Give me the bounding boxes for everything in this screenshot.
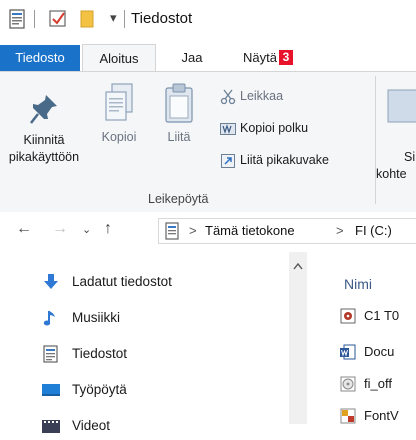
key-tip-badge: 3 [278,50,293,65]
truncated-button-icon [387,89,416,123]
scroll-up-icon[interactable] [293,262,303,270]
download-arrow-icon [44,274,58,289]
ribbon-tabs: Tiedosto Aloitus Jaa Näytä 3 [0,44,416,73]
address-segment-this-pc[interactable]: Tämä tietokone [205,223,295,238]
paste-button[interactable]: Liitä [154,82,204,146]
address-separator[interactable]: > [336,223,344,238]
cut-button[interactable]: Leikkaa [220,86,283,106]
recent-locations-chevron-icon[interactable]: ⌄ [82,223,91,236]
pin-to-quick-access-button[interactable]: Kiinnitä pikakäyttöön [2,88,86,166]
scissors-icon [220,89,236,104]
ribbon-home: Kiinnitä pikakäyttöön Kopioi Liitä Leikk… [0,71,416,213]
nav-item-label: Videot [72,418,111,433]
copy-button[interactable]: Kopioi [94,82,144,146]
paste-shortcut-button[interactable]: Liitä pikakuvake [220,150,329,170]
clipboard-group-label: Leikepöytä [148,192,209,206]
paste-label: Liitä [167,130,191,144]
file-name: Docu [364,344,395,359]
tab-view[interactable]: Näytä 3 [238,45,298,71]
tab-file-label: Tiedosto [15,50,65,65]
media-file-icon [340,308,356,324]
disc-image-icon [340,376,356,392]
video-icon [42,420,60,433]
quick-access-dropdown-icon[interactable]: ▾ [110,10,117,26]
tab-share[interactable]: Jaa [170,45,214,71]
copy-path-label: Kopioi polku [240,121,309,135]
music-note-icon [43,311,55,326]
folder-icon[interactable] [80,10,94,28]
back-arrow-icon[interactable]: ← [16,220,32,238]
window-title: Tiedostot [131,10,193,27]
cut-label: Leikkaa [240,89,284,103]
nav-item-label: Musiikki [72,310,121,325]
up-arrow-icon[interactable]: ↑ [104,220,112,238]
tab-file[interactable]: Tiedosto [0,45,80,71]
column-header-name[interactable]: Nimi [344,276,372,292]
title-bar: ▾ Tiedostot [0,0,416,38]
font-file-icon [340,408,356,424]
paste-icon [165,83,193,123]
forward-arrow-icon[interactable]: → [52,220,68,238]
address-bar-row: ← → ⌄ ↑ > Tämä tietokone > FI (C:) [0,212,416,248]
file-list: Nimi C1 T0 Docu fi_off FontV [320,252,416,424]
truncated-label-line2: kohte [376,167,407,181]
copy-path-button[interactable]: Kopioi polku [220,118,308,138]
checkbox-check-icon[interactable] [49,10,67,28]
paste-shortcut-icon [221,153,235,168]
pin-icon [30,95,57,124]
pin-label-line1: Kiinnitä [23,133,65,147]
word-document-icon [340,344,356,360]
tab-home-label: Aloitus [99,51,139,66]
copy-path-icon [220,122,236,135]
file-name: FontV [364,408,399,423]
properties-icon[interactable] [9,9,25,29]
paste-shortcut-label: Liitä pikakuvake [240,153,329,167]
tab-view-label: Näytä [243,50,277,65]
nav-item-label: Ladatut tiedostot [72,274,172,289]
tab-share-label: Jaa [181,50,203,65]
copy-icon [105,83,133,121]
documents-icon [43,345,58,363]
nav-item-label: Tiedostot [72,346,128,361]
desktop-icon [42,384,60,396]
pin-label-line2: pikakäyttöön [8,150,80,164]
address-separator[interactable]: > [189,223,197,238]
copy-label: Kopioi [101,130,137,144]
truncated-label-line1: Si [404,150,416,164]
nav-item-label: Työpöytä [72,382,127,397]
documents-location-icon [165,222,179,240]
address-input[interactable]: > Tämä tietokone > FI (C:) [158,218,416,244]
nav-pane-scrollbar[interactable] [289,252,307,424]
file-name: fi_off [364,376,392,391]
address-segment-drive[interactable]: FI (C:) [355,223,392,238]
navigation-pane: Ladatut tiedostot Musiikki Tiedostot Työ… [0,252,310,433]
tab-home[interactable]: Aloitus [82,44,156,73]
file-name: C1 T0 [364,308,400,323]
